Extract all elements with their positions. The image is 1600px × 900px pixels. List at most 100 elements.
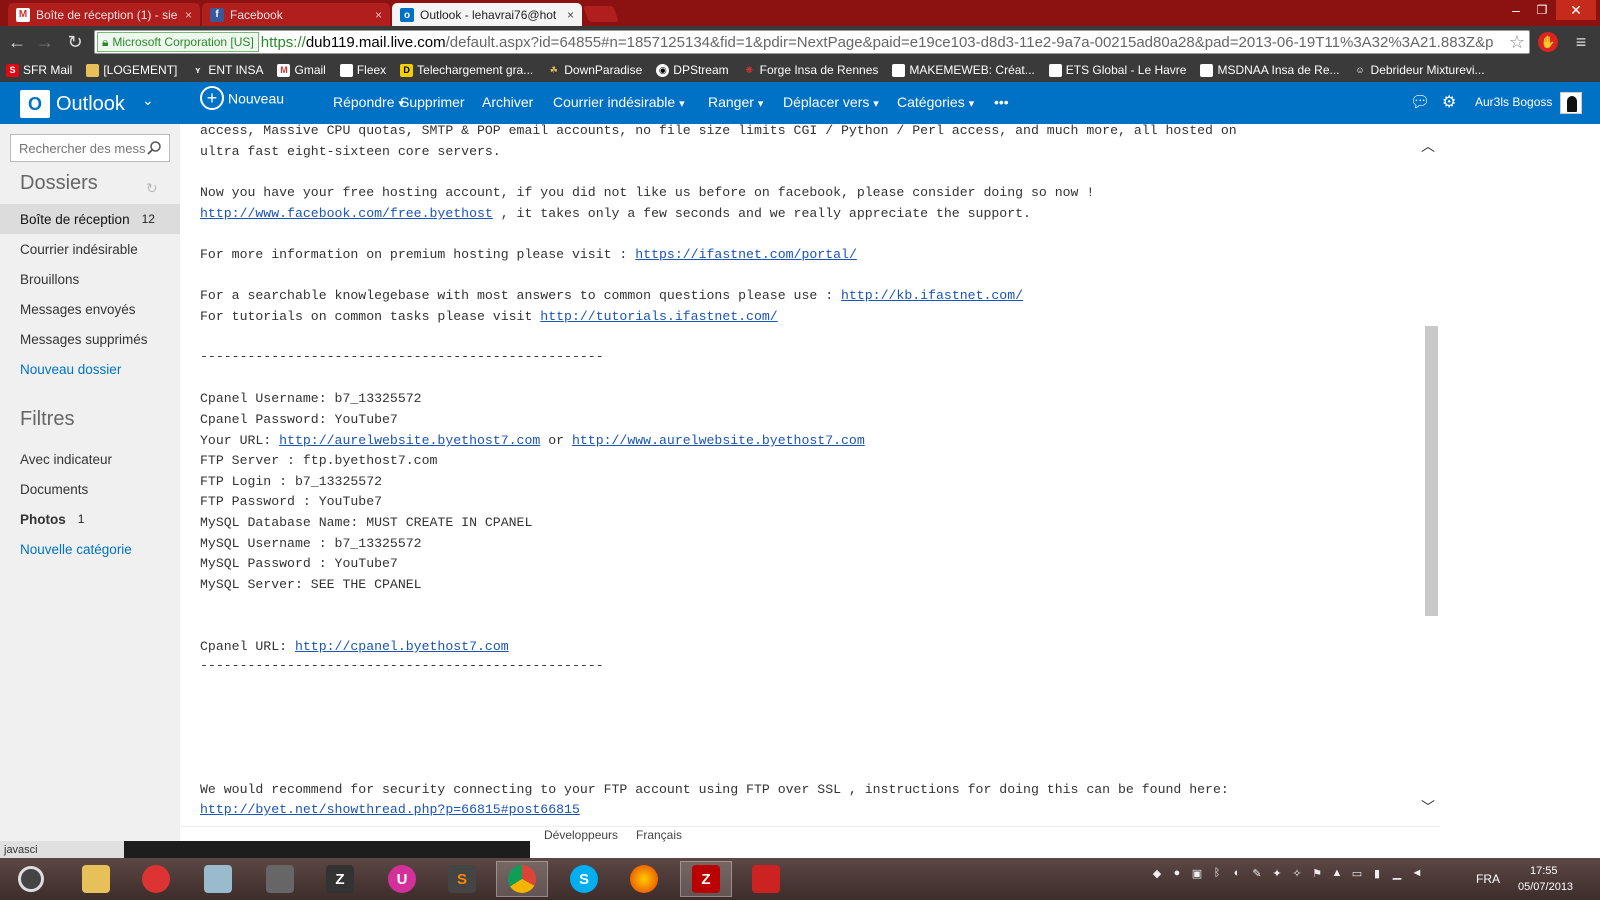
- folder-drafts[interactable]: Brouillons: [0, 264, 180, 294]
- tray-app-icon[interactable]: ◐: [1230, 866, 1244, 880]
- filter-photos[interactable]: Photos 1: [0, 504, 180, 534]
- restore-icon[interactable]: ❐: [1530, 0, 1554, 20]
- bluetooth-icon[interactable]: ᛒ: [1210, 866, 1224, 880]
- close-icon[interactable]: ×: [375, 8, 382, 22]
- tutorials-link[interactable]: http://tutorials.ifastnet.com/: [540, 309, 777, 324]
- menu-icon[interactable]: ≡: [1570, 31, 1592, 53]
- adblock-icon[interactable]: ✋: [1538, 32, 1558, 52]
- bookmark-telechargement[interactable]: D Telechargement gra...: [400, 63, 533, 77]
- bookmark-sfr-mail[interactable]: S SFR Mail: [6, 63, 72, 77]
- app-taskbar-button[interactable]: [192, 861, 244, 897]
- move-to-button[interactable]: Déplacer vers ▾: [783, 94, 879, 110]
- bookmark-fleex[interactable]: Fleex: [339, 63, 386, 77]
- tray-app-icon[interactable]: ▭: [1350, 866, 1364, 880]
- forward-icon[interactable]: →: [34, 31, 56, 53]
- search-icon[interactable]: [146, 140, 162, 156]
- address-bar[interactable]: 🔒︎ Microsoft Corporation [US] https://du…: [94, 30, 1530, 54]
- search-input[interactable]: [19, 140, 145, 156]
- language-link[interactable]: Français: [636, 828, 682, 842]
- tray-app-icon[interactable]: ◆: [1150, 866, 1164, 880]
- bookmark-forge[interactable]: ❋ Forge Insa de Rennes: [743, 63, 878, 77]
- browser-tab-facebook[interactable]: f Facebook ×: [202, 3, 390, 26]
- new-button[interactable]: + Nouveau: [200, 86, 284, 110]
- filter-documents[interactable]: Documents: [0, 474, 180, 504]
- folder-junk[interactable]: Courrier indésirable: [0, 234, 180, 264]
- bookmark-makemeweb[interactable]: MAKEMEWEB: Créat...: [892, 63, 1035, 77]
- gear-icon[interactable]: ⚙: [1442, 92, 1456, 112]
- minimize-icon[interactable]: –: [1504, 0, 1528, 20]
- back-icon[interactable]: ←: [6, 31, 28, 53]
- cpanel-link[interactable]: http://cpanel.byethost7.com: [295, 639, 509, 654]
- search-box[interactable]: [10, 134, 170, 162]
- filter-flagged[interactable]: Avec indicateur: [0, 444, 180, 474]
- outlook-logo[interactable]: O Outlook: [20, 90, 125, 118]
- volume-icon[interactable]: ◄: [1410, 866, 1424, 880]
- delete-button[interactable]: Supprimer: [400, 94, 465, 110]
- sweep-button[interactable]: Ranger ▾: [708, 94, 763, 110]
- avatar[interactable]: [1560, 92, 1582, 114]
- clock-time[interactable]: 17:55: [1530, 865, 1558, 877]
- scrollbar-thumb[interactable]: [1425, 326, 1438, 616]
- browser-tab-gmail[interactable]: M Boîte de réception (1) - sie ×: [8, 3, 200, 26]
- website-www-link[interactable]: http://www.aurelwebsite.byethost7.com: [572, 433, 865, 448]
- tray-app-icon[interactable]: ✦: [1270, 866, 1284, 880]
- signal-icon[interactable]: ▁: [1390, 866, 1404, 880]
- reload-icon[interactable]: ↻: [64, 31, 86, 53]
- start-button[interactable]: [18, 866, 44, 892]
- close-icon[interactable]: ×: [567, 8, 574, 22]
- close-icon[interactable]: ×: [185, 8, 192, 22]
- input-language[interactable]: FRA: [1476, 872, 1500, 886]
- tool-taskbar-button[interactable]: [254, 861, 306, 897]
- chevron-down-icon[interactable]: ﹀: [1421, 797, 1435, 817]
- drive-icon[interactable]: ▲: [1330, 866, 1344, 880]
- tray-app-icon[interactable]: ✧: [1290, 866, 1304, 880]
- bookmark-dpstream[interactable]: ◉ DPStream: [656, 63, 729, 77]
- media-taskbar-button[interactable]: [740, 861, 792, 897]
- facebook-link[interactable]: http://www.facebook.com/free.byethost: [200, 206, 493, 221]
- folder-sent[interactable]: Messages envoyés: [0, 294, 180, 324]
- developers-link[interactable]: Développeurs: [544, 828, 618, 842]
- premium-link[interactable]: https://ifastnet.com/portal/: [635, 247, 857, 262]
- bookmark-ets-global[interactable]: ETS Global - Le Havre: [1048, 63, 1186, 77]
- tray-app-icon[interactable]: ●: [1170, 866, 1184, 880]
- more-options-button[interactable]: •••: [994, 94, 1009, 110]
- kb-link[interactable]: http://kb.ifastnet.com/: [841, 288, 1023, 303]
- battery-icon[interactable]: ▮: [1370, 866, 1384, 880]
- clock-date[interactable]: 05/07/2013: [1518, 881, 1573, 893]
- bookmark-debrideur[interactable]: ☺ Debrideur Mixturevi...: [1354, 63, 1484, 77]
- security-link[interactable]: http://byet.net/showthread.php?p=66815#p…: [200, 802, 580, 817]
- user-name[interactable]: Aur3ls Bogoss: [1475, 95, 1552, 109]
- bookmark-downparadise[interactable]: ☘ DownParadise: [547, 63, 643, 77]
- flag-icon[interactable]: ⚑: [1310, 866, 1324, 880]
- bookmark-ent-insa[interactable]: ʏ ENT INSA: [191, 63, 263, 77]
- chevron-down-icon[interactable]: ⌄: [142, 92, 154, 109]
- refresh-icon[interactable]: ↻: [146, 180, 158, 197]
- explorer-taskbar-button[interactable]: [70, 861, 122, 897]
- star-icon[interactable]: ☆: [1508, 32, 1525, 53]
- junk-button[interactable]: Courrier indésirable ▾: [553, 94, 685, 110]
- uplay-taskbar-button[interactable]: U: [376, 861, 428, 897]
- website-link[interactable]: http://aurelwebsite.byethost7.com: [279, 433, 540, 448]
- ev-certificate-badge[interactable]: 🔒︎ Microsoft Corporation [US]: [97, 32, 259, 52]
- chevron-up-icon[interactable]: ︿: [1421, 136, 1435, 156]
- tray-app-icon[interactable]: ▣: [1190, 866, 1204, 880]
- filezilla-taskbar-button[interactable]: Z: [680, 861, 732, 897]
- game-taskbar-button[interactable]: [130, 861, 182, 897]
- new-tab-button[interactable]: [583, 6, 619, 22]
- chrome-taskbar-button[interactable]: [496, 861, 548, 897]
- firefox-taskbar-button[interactable]: [618, 861, 670, 897]
- tray-app-icon[interactable]: ✎: [1250, 866, 1264, 880]
- chat-icon[interactable]: 💬︎: [1410, 92, 1430, 112]
- sublime-taskbar-button[interactable]: S: [436, 861, 488, 897]
- bookmark-msdnaa[interactable]: MSDNAA Insa de Re...: [1200, 63, 1340, 77]
- zend-taskbar-button[interactable]: Z: [314, 861, 366, 897]
- bookmark-logement[interactable]: [LOGEMENT]: [86, 63, 177, 77]
- browser-tab-outlook[interactable]: o Outlook - lehavrai76@hot ×: [392, 3, 582, 27]
- skype-taskbar-button[interactable]: S: [558, 861, 610, 897]
- new-folder-link[interactable]: Nouveau dossier: [0, 354, 180, 384]
- new-category-link[interactable]: Nouvelle catégorie: [0, 534, 180, 564]
- bookmark-gmail[interactable]: M Gmail: [277, 63, 326, 77]
- reply-button[interactable]: Répondre ▾: [333, 94, 404, 110]
- folder-inbox[interactable]: Boîte de réception 12: [0, 204, 180, 234]
- categories-button[interactable]: Catégories ▾: [897, 94, 974, 110]
